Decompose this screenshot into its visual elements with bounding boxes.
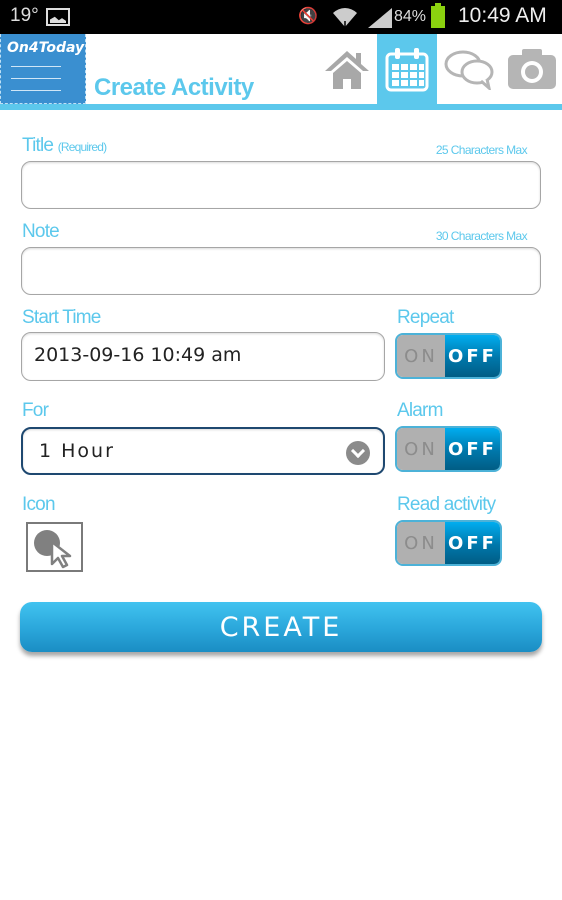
start-time-label: Start Time [22, 307, 101, 328]
logo-line [11, 90, 61, 91]
note-input[interactable] [21, 247, 541, 295]
repeat-off[interactable]: OFF [445, 335, 500, 377]
status-bar: 19° 🔇 84% 10:49 AM [0, 0, 562, 34]
for-label: For [22, 400, 49, 421]
read-activity-label: Read activity [397, 494, 496, 515]
nav-home[interactable] [317, 34, 377, 104]
alarm-off[interactable]: OFF [445, 428, 500, 470]
app-logo[interactable]: On4Today [0, 34, 86, 104]
create-button[interactable]: CREATE [20, 602, 542, 652]
alarm-label: Alarm [397, 400, 443, 421]
read-activity-on[interactable]: ON [397, 522, 445, 564]
title-required-note: (Required) [57, 140, 107, 154]
duration-select[interactable]: 1 Hour [21, 427, 385, 475]
nav-calendar[interactable] [377, 34, 437, 104]
read-activity-toggle[interactable]: ON OFF [395, 520, 502, 566]
mute-icon: 🔇 [298, 8, 318, 25]
start-time-input[interactable]: 2013-09-16 10:49 am [21, 332, 385, 381]
nav-chat[interactable] [439, 34, 499, 104]
repeat-on[interactable]: ON [397, 335, 445, 377]
gallery-icon [46, 8, 70, 26]
title-label-text: Title [22, 135, 54, 156]
note-char-limit: 30 Characters Max [435, 229, 528, 243]
title-input[interactable] [21, 161, 541, 209]
alarm-on[interactable]: ON [397, 428, 445, 470]
chevron-down-icon [346, 441, 370, 465]
battery-percent: 84% [394, 8, 427, 25]
note-label: Note [22, 221, 60, 242]
repeat-label: Repeat [397, 307, 454, 328]
title-char-limit: 25 Characters Max [435, 143, 528, 157]
icon-picker[interactable] [26, 522, 83, 572]
app-bar-underline [0, 104, 562, 110]
alarm-toggle[interactable]: ON OFF [395, 426, 502, 472]
logo-line [11, 78, 61, 79]
page-title: Create Activity [94, 74, 254, 101]
home-icon [325, 51, 369, 89]
battery-icon [431, 3, 445, 28]
logo-line [11, 66, 61, 67]
logo-text: On4Today [7, 40, 85, 56]
title-label: Title (Required) [22, 135, 107, 157]
clock: 10:49 AM [458, 4, 547, 27]
cursor-icon [34, 530, 72, 569]
icon-label: Icon [22, 494, 56, 515]
start-time-value: 2013-09-16 10:49 am [34, 344, 242, 366]
duration-value: 1 Hour [39, 440, 115, 462]
wifi-icon [332, 4, 358, 36]
signal-icon [368, 8, 392, 28]
repeat-toggle[interactable]: ON OFF [395, 333, 502, 379]
camera-icon [508, 49, 556, 89]
nav-camera[interactable] [502, 34, 562, 104]
app-bar: On4Today Create Activity [0, 34, 562, 111]
calendar-icon [385, 48, 429, 92]
temperature: 19° [10, 5, 39, 26]
read-activity-off[interactable]: OFF [445, 522, 500, 564]
chat-icon [444, 50, 494, 90]
